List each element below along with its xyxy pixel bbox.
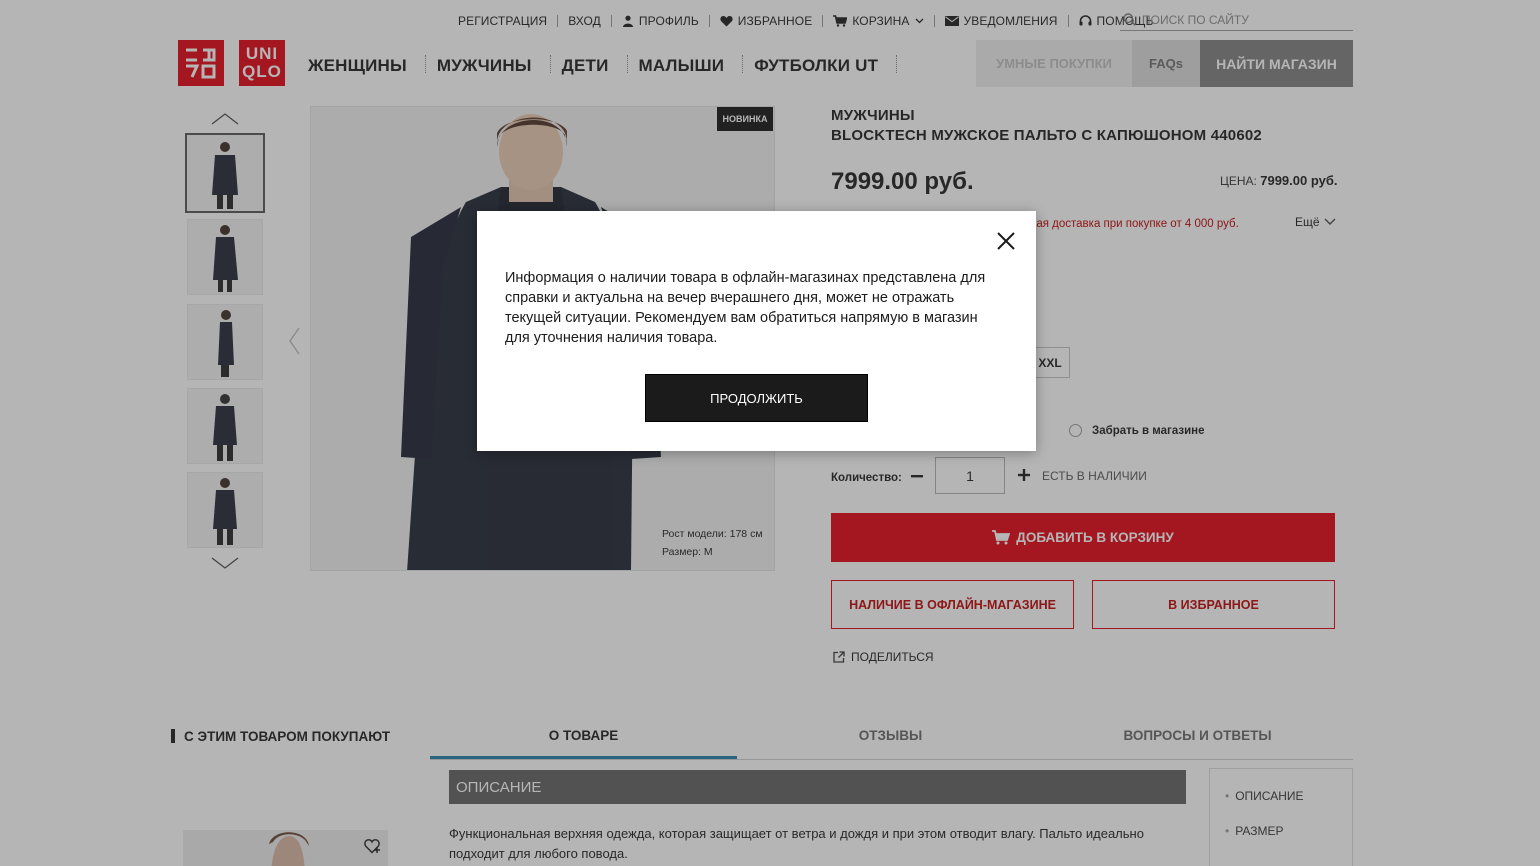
availability-info-modal: Информация о наличии товара в офлайн-маг… bbox=[477, 211, 1036, 451]
close-icon[interactable] bbox=[996, 231, 1016, 251]
modal-message: Информация о наличии товара в офлайн-маг… bbox=[505, 270, 986, 346]
product-page: РЕГИСТРАЦИЯ ВХОД ПРОФИЛЬ ИЗБРАННОЕ КОРЗИ… bbox=[0, 0, 1540, 866]
continue-button[interactable]: ПРОДОЛЖИТЬ bbox=[645, 374, 868, 422]
